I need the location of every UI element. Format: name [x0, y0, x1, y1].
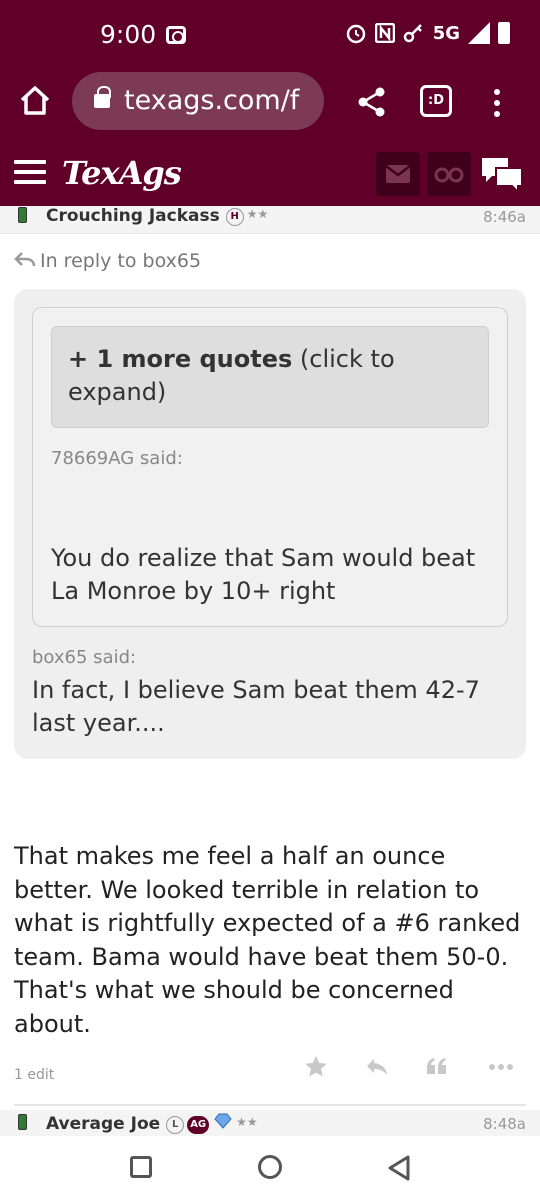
signal-icon	[468, 22, 490, 44]
quote-icon[interactable]	[424, 1054, 450, 1080]
status-time: 9:00	[100, 20, 157, 49]
more-horiz-icon[interactable]	[488, 1054, 514, 1080]
reply-arrow-icon	[14, 252, 36, 267]
quote1-author: 78669AG said:	[51, 448, 183, 469]
post-header: Crouching Jackass H ★★ 8:46a	[0, 206, 540, 234]
badge-ag: AG	[187, 1116, 210, 1134]
diamond-icon	[214, 1113, 232, 1129]
status-icons: 5G	[345, 22, 510, 44]
quote-container: + 1 more quotes (click to expand) 78669A…	[14, 289, 526, 759]
mobile-device-icon	[18, 207, 27, 223]
reply-icon[interactable]	[364, 1054, 390, 1080]
network-type: 5G	[432, 22, 460, 44]
next-post-header: Average Joe L AG ★★ 8:48a	[0, 1110, 540, 1136]
tabs-icon[interactable]: :D	[420, 85, 452, 117]
site-header: TexAgs	[0, 136, 540, 208]
recents-icon[interactable]	[130, 1156, 152, 1178]
url-text: texags.com/f	[124, 85, 300, 116]
back-icon[interactable]	[386, 1154, 412, 1182]
reply-to[interactable]: In reply to box65	[14, 250, 201, 272]
stars-icon: ★★	[236, 1115, 258, 1129]
post-time: 8:46a	[483, 208, 526, 226]
share-icon[interactable]	[356, 86, 388, 118]
star-icon[interactable]	[303, 1054, 329, 1080]
mobile-device-icon	[18, 1114, 27, 1130]
post-author[interactable]: Crouching Jackass H ★★	[46, 206, 268, 226]
menu-icon[interactable]	[14, 160, 46, 184]
next-author-name[interactable]: Average Joe	[46, 1114, 160, 1134]
post-divider	[14, 1104, 526, 1106]
expand-bold: + 1 more quotes	[68, 345, 293, 373]
home-icon[interactable]	[18, 84, 52, 118]
chat-icon[interactable]	[480, 154, 524, 194]
badge-l: L	[166, 1116, 185, 1134]
stars-icon: ★★	[246, 207, 269, 221]
more-vert-icon[interactable]	[490, 86, 504, 120]
author-name[interactable]: Crouching Jackass	[46, 206, 220, 226]
binoculars-icon[interactable]	[427, 152, 471, 196]
author-badge: H	[225, 208, 244, 226]
browser-toolbar: texags.com/f :D	[0, 66, 540, 136]
mail-icon[interactable]	[376, 152, 420, 196]
quote2-author: box65 said:	[32, 647, 137, 668]
site-logo[interactable]: TexAgs	[62, 154, 182, 192]
status-bar: 9:00 5G	[0, 0, 540, 66]
quote2-text: In fact, I believe Sam beat them 42-7 la…	[32, 676, 480, 737]
nested-quote: + 1 more quotes (click to expand) 78669A…	[32, 307, 508, 627]
home-nav-icon[interactable]	[258, 1155, 282, 1179]
reply-to-text: In reply to box65	[40, 250, 202, 272]
next-post-time: 8:48a	[483, 1115, 526, 1133]
nfc-icon	[374, 23, 395, 43]
screen-record-icon	[166, 26, 186, 44]
alarm-icon	[346, 24, 365, 44]
quote1-text: You do realize that Sam would beat La Mo…	[51, 544, 476, 605]
edit-count[interactable]: 1 edit	[14, 1067, 54, 1083]
url-bar[interactable]: texags.com/f	[72, 72, 324, 130]
post-body: That makes me feel a half an ounce bette…	[14, 842, 521, 1038]
battery-icon	[498, 22, 510, 44]
expand-quotes-button[interactable]: + 1 more quotes (click to expand)	[51, 326, 489, 428]
system-nav-bar	[0, 1136, 540, 1200]
lock-icon	[94, 86, 111, 108]
next-post-author[interactable]: Average Joe L AG ★★	[46, 1113, 258, 1134]
vpn-key-icon	[403, 24, 422, 43]
